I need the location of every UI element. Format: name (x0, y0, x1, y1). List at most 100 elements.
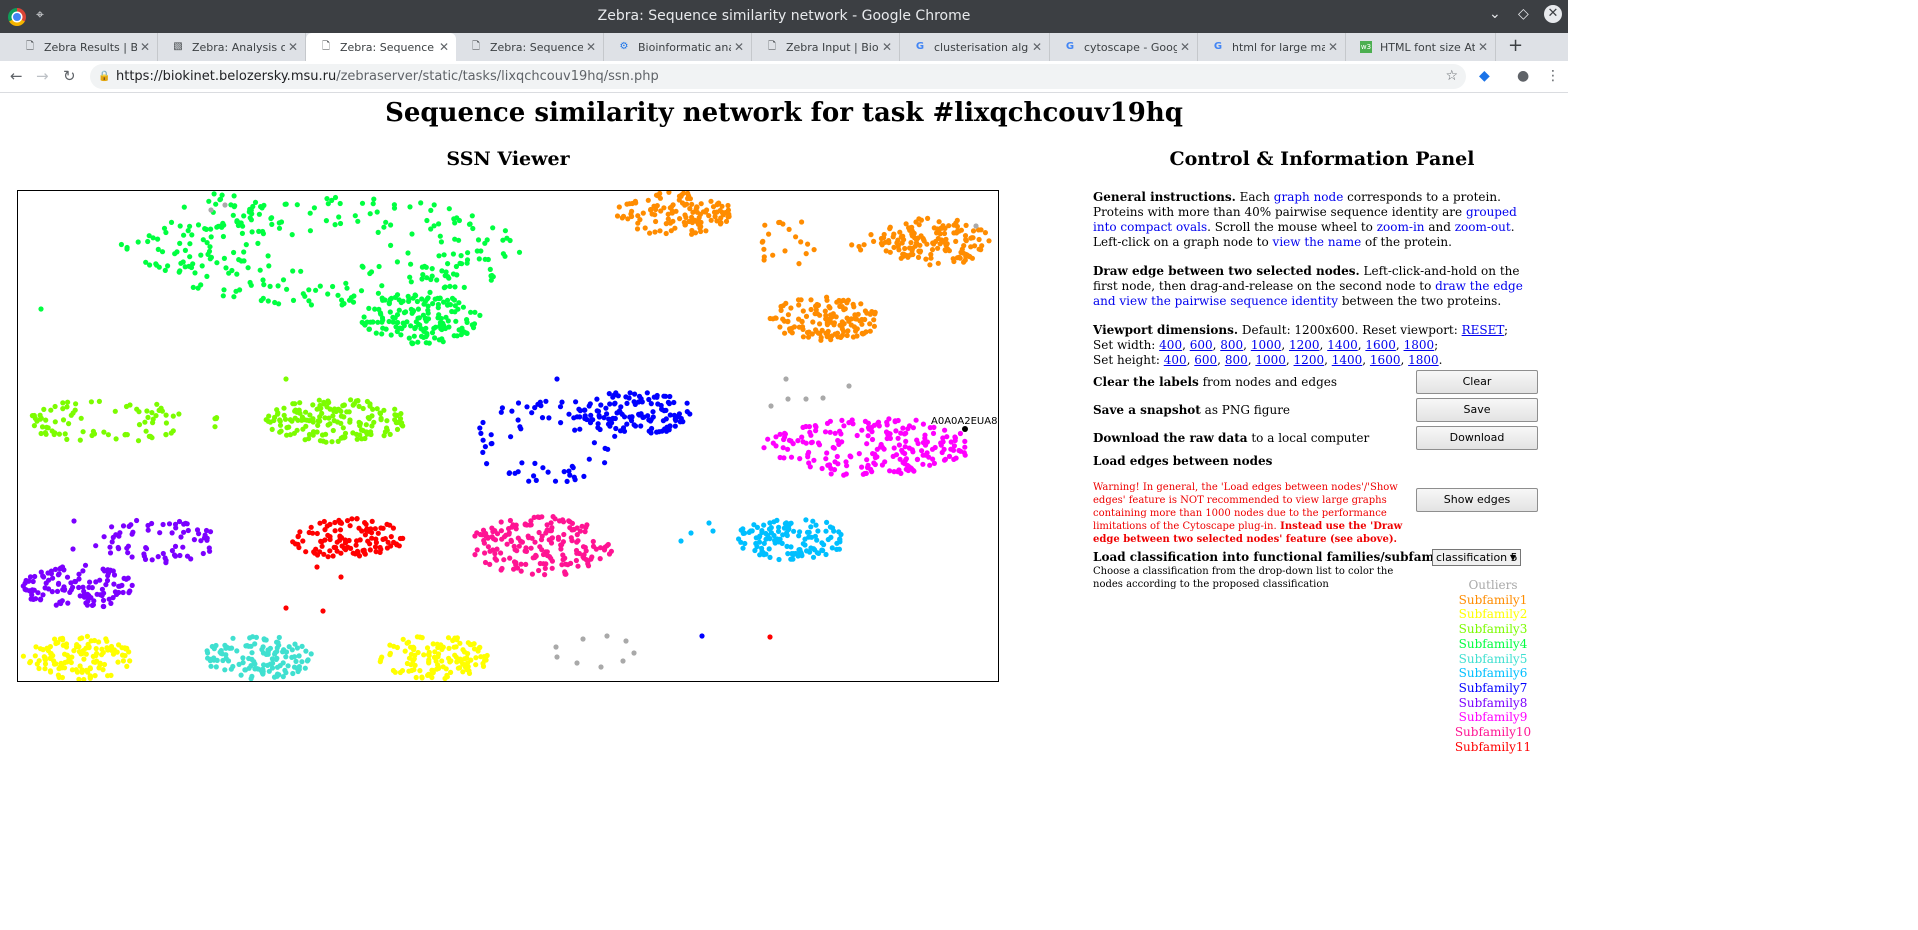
graph-node[interactable] (447, 283, 453, 289)
graph-node[interactable] (845, 328, 851, 334)
graph-node[interactable] (637, 217, 643, 223)
graph-node[interactable] (846, 383, 852, 389)
graph-node[interactable] (347, 523, 353, 529)
graph-node[interactable] (723, 218, 730, 224)
graph-node[interactable] (754, 544, 760, 550)
graph-node[interactable] (419, 675, 425, 681)
graph-node[interactable] (710, 528, 716, 534)
graph-node[interactable] (163, 560, 169, 566)
graph-node[interactable] (636, 411, 642, 417)
graph-node[interactable] (809, 331, 815, 337)
graph-node[interactable] (951, 222, 957, 228)
graph-node[interactable] (96, 639, 102, 645)
graph-node[interactable] (853, 328, 859, 334)
graph-node[interactable] (569, 520, 576, 526)
graph-node[interactable] (437, 233, 443, 239)
graph-node[interactable] (348, 545, 354, 551)
graph-node[interactable] (466, 670, 473, 676)
graph-node[interactable] (37, 646, 44, 652)
graph-node[interactable] (502, 228, 508, 234)
graph-node[interactable] (652, 212, 658, 218)
graph-node[interactable] (854, 333, 860, 339)
width-1600-link[interactable]: 1600 (1365, 338, 1396, 352)
graph-node[interactable] (335, 438, 341, 444)
graph-node[interactable] (409, 231, 415, 237)
graph-node[interactable] (294, 645, 300, 651)
graph-node[interactable] (113, 436, 119, 442)
graph-node[interactable] (782, 248, 788, 254)
graph-node[interactable] (742, 540, 748, 547)
graph-node[interactable] (503, 532, 509, 538)
graph-node[interactable] (610, 394, 616, 400)
graph-node[interactable] (391, 202, 397, 208)
graph-node[interactable] (249, 673, 255, 679)
graph-node[interactable] (352, 213, 358, 219)
graph-node[interactable] (661, 205, 667, 211)
graph-node[interactable] (408, 279, 414, 285)
graph-node[interactable] (806, 424, 813, 430)
graph-node[interactable] (362, 551, 368, 557)
graph-node[interactable] (287, 417, 293, 423)
graph-node[interactable] (767, 554, 773, 560)
graph-node[interactable] (634, 226, 641, 232)
graph-node[interactable] (799, 553, 805, 559)
graph-node[interactable] (529, 571, 535, 577)
graph-node[interactable] (399, 420, 405, 426)
graph-node[interactable] (759, 239, 765, 245)
graph-node[interactable] (332, 222, 338, 228)
graph-node[interactable] (160, 550, 166, 557)
graph-node[interactable] (645, 197, 651, 203)
graph-node[interactable] (473, 655, 479, 661)
graph-node[interactable] (838, 531, 844, 538)
graph-node[interactable] (415, 306, 421, 312)
graph-node[interactable] (811, 457, 817, 463)
download-button[interactable]: Download (1416, 426, 1538, 450)
graph-node[interactable] (183, 520, 189, 526)
back-icon[interactable]: ← (10, 67, 23, 85)
graph-node[interactable] (911, 230, 917, 236)
graph-node[interactable] (450, 251, 456, 257)
graph-node[interactable] (839, 332, 846, 338)
graph-node[interactable] (808, 524, 814, 530)
graph-node[interactable] (323, 439, 329, 445)
graph-node[interactable] (929, 446, 936, 452)
graph-node[interactable] (394, 426, 401, 432)
graph-node[interactable] (429, 266, 435, 272)
graph-node[interactable] (911, 468, 917, 474)
graph-node[interactable] (424, 217, 430, 224)
graph-node[interactable] (207, 244, 213, 250)
graph-node[interactable] (445, 318, 451, 324)
graph-node[interactable] (252, 661, 258, 667)
graph-node[interactable] (407, 274, 413, 280)
graph-node[interactable] (177, 240, 183, 246)
graph-node[interactable] (302, 437, 308, 443)
graph-node[interactable] (953, 238, 959, 244)
graph-node[interactable] (451, 297, 457, 303)
height-400-link[interactable]: 400 (1164, 353, 1187, 367)
graph-node[interactable] (445, 261, 451, 267)
graph-node[interactable] (207, 256, 213, 262)
graph-node[interactable] (647, 230, 653, 236)
graph-node[interactable] (430, 301, 436, 307)
graph-node[interactable] (327, 548, 333, 554)
tab-clusterisation[interactable]: G clusterisation algorit ✕ (900, 33, 1050, 61)
graph-node[interactable] (156, 407, 162, 413)
graph-node[interactable] (387, 642, 393, 648)
graph-node[interactable] (629, 414, 635, 420)
graph-node[interactable] (88, 399, 94, 405)
graph-node[interactable] (198, 252, 204, 258)
graph-node[interactable] (872, 311, 878, 317)
graph-node[interactable] (957, 430, 964, 437)
graph-node[interactable] (613, 425, 619, 432)
graph-node[interactable] (446, 645, 452, 651)
graph-node[interactable] (464, 257, 471, 263)
graph-node[interactable] (276, 225, 283, 231)
graph-node[interactable] (718, 220, 724, 226)
graph-node[interactable] (740, 545, 746, 551)
graph-node[interactable] (471, 646, 478, 652)
graph-node[interactable] (671, 399, 677, 406)
graph-node[interactable] (367, 403, 373, 409)
graph-node[interactable] (571, 526, 577, 532)
graph-node[interactable] (824, 519, 830, 525)
graph-node[interactable] (32, 653, 38, 659)
